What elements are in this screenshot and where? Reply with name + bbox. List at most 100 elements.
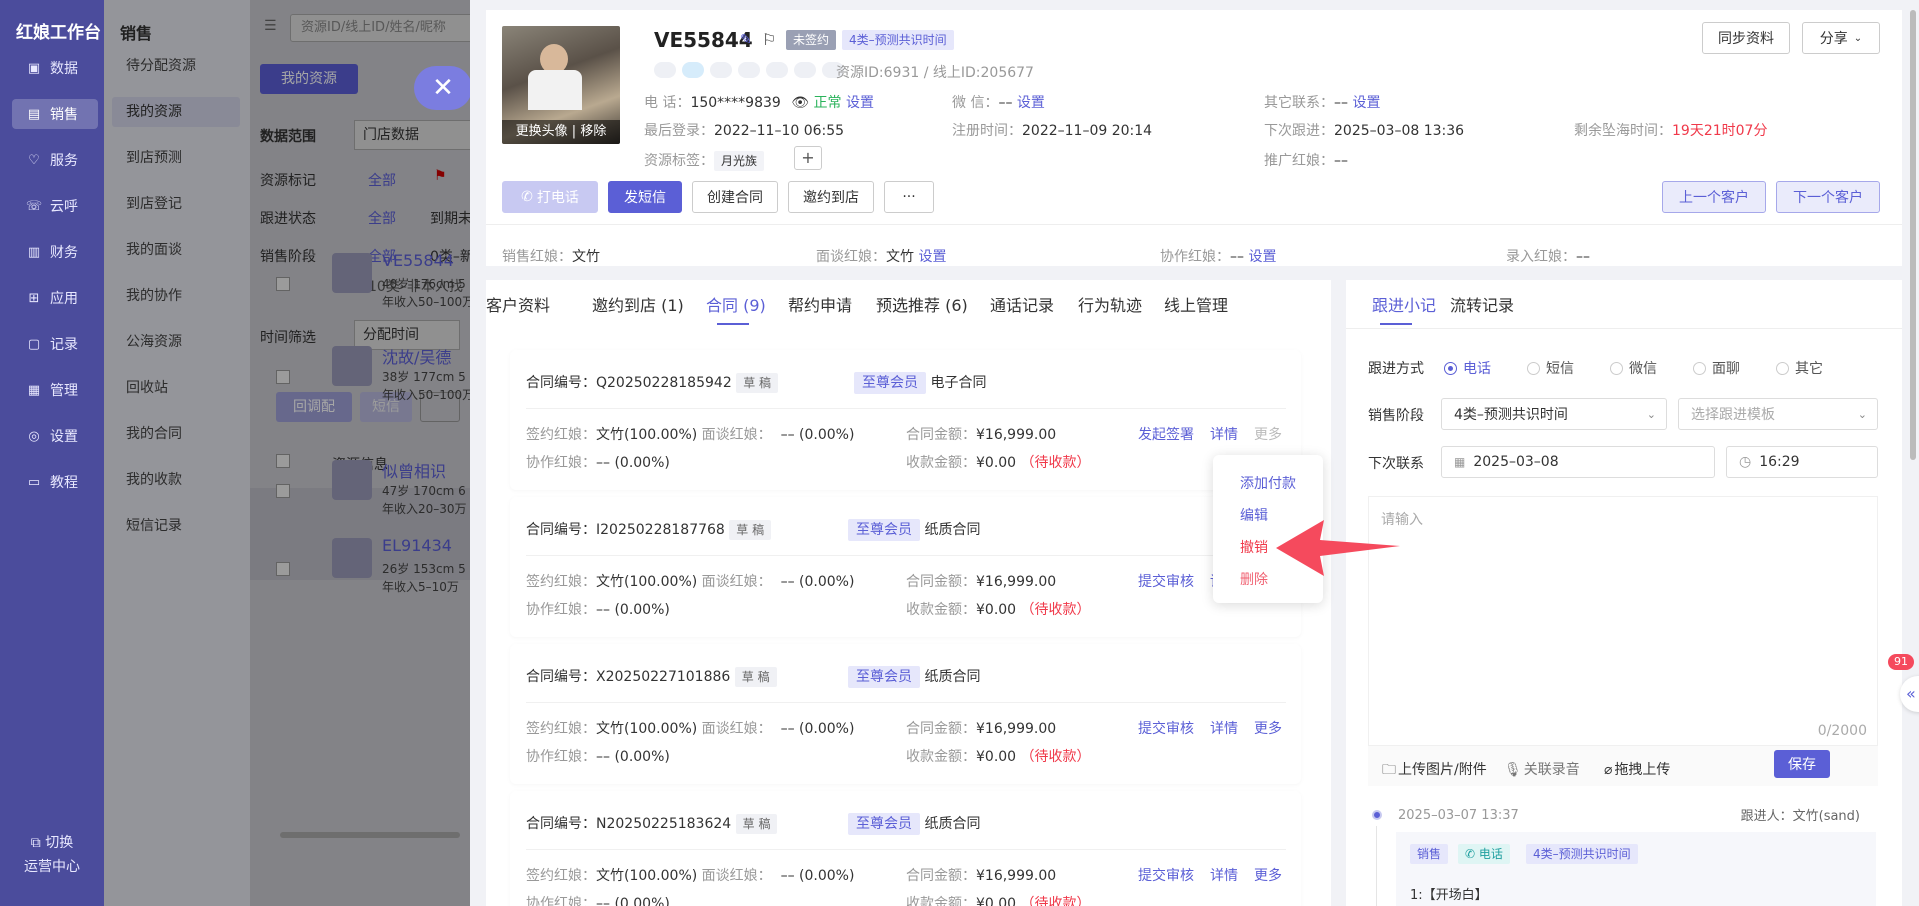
tab-6[interactable]: 行为轨迹 bbox=[1078, 292, 1142, 316]
draft-tag: 草 稿 bbox=[734, 667, 777, 687]
nav-item-8[interactable]: ◎ 设置 bbox=[12, 421, 98, 451]
char-counter: 0/2000 bbox=[1817, 723, 1867, 739]
detail-link[interactable]: 详情 bbox=[1210, 424, 1238, 444]
collab-set-link[interactable]: 设置 bbox=[1248, 249, 1276, 265]
menu-edit[interactable]: 编辑 bbox=[1240, 505, 1268, 525]
sales-matchmaker: 销售红娘：文竹 bbox=[502, 249, 600, 265]
tab-3[interactable]: 帮约申请 bbox=[788, 292, 852, 316]
stage-select[interactable]: 4类–预测共识时间 ⌄ bbox=[1441, 398, 1667, 430]
tab-follow-notes[interactable]: 跟进小记 bbox=[1372, 292, 1436, 316]
stage-label: 销售阶段 bbox=[1368, 408, 1424, 424]
primary-action-link[interactable]: 提交审核 bbox=[1138, 571, 1194, 591]
scrollbar[interactable] bbox=[1910, 10, 1916, 460]
tab-2[interactable]: 合同 (9) bbox=[706, 292, 766, 316]
tab-transfer-records[interactable]: 流转记录 bbox=[1450, 292, 1514, 316]
apps-icon: ⊞ bbox=[28, 290, 40, 306]
house-icon bbox=[766, 62, 788, 78]
nav-item-2[interactable]: ♡ 服务 bbox=[12, 145, 98, 175]
flag-outline-icon[interactable]: ⚐ bbox=[762, 30, 776, 49]
phone-set-link[interactable]: 设置 bbox=[846, 95, 874, 111]
interview-set-link[interactable]: 设置 bbox=[918, 249, 946, 265]
education-icon bbox=[738, 62, 760, 78]
method-radio-1[interactable]: 短信 bbox=[1527, 358, 1574, 378]
send-sms-button[interactable]: 发短信 bbox=[608, 181, 682, 213]
template-select[interactable]: 选择跟进模板 ⌄ bbox=[1678, 398, 1878, 430]
ops-center-label[interactable]: 运营中心 bbox=[0, 856, 104, 876]
add-tag-button[interactable]: + bbox=[794, 146, 822, 170]
log-person: 跟进人：文竹(sand) bbox=[1740, 809, 1860, 824]
close-drawer-button[interactable]: ✕ bbox=[414, 66, 472, 110]
more-actions-button[interactable]: ··· bbox=[884, 181, 934, 213]
call-button[interactable]: ✆ 打电话 bbox=[502, 181, 598, 213]
resource-tag-row: 资源标签： 月光族 bbox=[644, 150, 765, 171]
more-link[interactable]: 更多 bbox=[1254, 424, 1282, 444]
save-button[interactable]: 保存 bbox=[1774, 750, 1830, 778]
nav-item-0[interactable]: ▣ 数据 bbox=[12, 53, 98, 83]
date-input[interactable]: ▦ 2025–03–08 bbox=[1441, 446, 1715, 478]
avatar-caption[interactable]: 更换头像 | 移除 bbox=[502, 120, 620, 144]
primary-action-link[interactable]: 发起签署 bbox=[1138, 424, 1194, 444]
contract-type: 纸质合同 bbox=[924, 522, 981, 538]
nav-item-6[interactable]: ▢ 记录 bbox=[12, 329, 98, 359]
switch-button[interactable]: ⧉ 切换 bbox=[0, 832, 104, 852]
eye-icon[interactable]: 👁 bbox=[791, 95, 809, 111]
method-radio-2[interactable]: 微信 bbox=[1610, 358, 1657, 378]
next-customer-button[interactable]: 下一个客户 bbox=[1776, 181, 1880, 213]
sync-button[interactable]: 同步资料 bbox=[1702, 22, 1790, 54]
follow-textarea[interactable]: 请输入 0/2000 bbox=[1368, 496, 1878, 746]
detail-link[interactable]: 详情 bbox=[1210, 718, 1238, 738]
pending-status: 待收款 bbox=[1034, 896, 1077, 906]
method-radio-0[interactable]: 电话 bbox=[1444, 358, 1491, 378]
wechat-set-link[interactable]: 设置 bbox=[1017, 95, 1045, 111]
more-link[interactable]: 更多 bbox=[1254, 865, 1282, 885]
time-input[interactable]: ◷ 16:29 bbox=[1726, 446, 1878, 478]
menu-revoke[interactable]: 撤销 bbox=[1240, 537, 1268, 557]
create-contract-button[interactable]: 创建合同 bbox=[692, 181, 778, 213]
nav-item-1[interactable]: ▤ 销售 bbox=[12, 99, 98, 129]
chevron-down-icon: ⌄ bbox=[1857, 407, 1867, 421]
prev-customer-button[interactable]: 上一个客户 bbox=[1662, 181, 1766, 213]
received-amount: ¥0.00 bbox=[976, 896, 1017, 906]
nav-item-3[interactable]: ☏ 云呼 bbox=[12, 191, 98, 221]
other-set-link[interactable]: 设置 bbox=[1352, 95, 1380, 111]
tab-7[interactable]: 线上管理 bbox=[1164, 292, 1228, 316]
member-tag: 至尊会员 bbox=[854, 372, 926, 394]
share-button[interactable]: 分享 ⌄ bbox=[1802, 22, 1880, 54]
primary-action-link[interactable]: 提交审核 bbox=[1138, 865, 1194, 885]
link-recording-button[interactable]: 🎙 关联录音 bbox=[1504, 759, 1580, 779]
expand-panel-button[interactable]: « bbox=[1900, 676, 1919, 712]
tab-5[interactable]: 通话记录 bbox=[990, 292, 1054, 316]
menu-add-payment[interactable]: 添加付款 bbox=[1240, 473, 1296, 493]
edit-name-icon[interactable]: ✎ bbox=[740, 32, 752, 48]
menu-delete[interactable]: 删除 bbox=[1240, 569, 1268, 589]
nav-item-5[interactable]: ⊞ 应用 bbox=[12, 283, 98, 313]
primary-action-link[interactable]: 提交审核 bbox=[1138, 718, 1194, 738]
profile-card: 更换头像 | 移除 VE55844 ✎ ⚐ 未签约 4类–预测共识时间 资源ID… bbox=[486, 10, 1902, 266]
tab-4[interactable]: 预选推荐 (6) bbox=[876, 292, 968, 316]
upload-attachment-button[interactable]: 🗀 上传图片/附件 bbox=[1382, 759, 1487, 783]
nav-item-7[interactable]: ▦ 管理 bbox=[12, 375, 98, 405]
method-radio-3[interactable]: 面聊 bbox=[1693, 358, 1740, 378]
detail-link[interactable]: 详情 bbox=[1210, 865, 1238, 885]
invite-store-button[interactable]: 邀约到店 bbox=[788, 181, 874, 213]
interview-matchmaker: –– (0.00%) bbox=[780, 721, 855, 737]
clock-icon: ◷ bbox=[1739, 454, 1752, 470]
radio-circle bbox=[1527, 361, 1540, 375]
divider bbox=[526, 555, 1286, 556]
nav-item-9[interactable]: ▭ 教程 bbox=[12, 467, 98, 497]
log-tag-sales: 销售 bbox=[1410, 844, 1449, 864]
log-line: 1:【开场白】 bbox=[1410, 888, 1488, 903]
drag-upload-button[interactable]: ⌀ 拖拽上传 bbox=[1604, 759, 1670, 779]
tab-0[interactable]: 客户资料 bbox=[486, 292, 550, 316]
more-link[interactable]: 更多 bbox=[1254, 718, 1282, 738]
chevron-down-icon: ⌄ bbox=[1853, 32, 1863, 44]
avatar-shirt bbox=[528, 70, 582, 110]
method-radio-4[interactable]: 其它 bbox=[1776, 358, 1823, 378]
nav-item-4[interactable]: ▥ 财务 bbox=[12, 237, 98, 267]
follow-tab-indicator bbox=[1380, 323, 1412, 325]
tab-1[interactable]: 邀约到店 (1) bbox=[592, 292, 684, 316]
car-icon bbox=[794, 62, 816, 78]
collab-matchmaker: –– (0.00%) bbox=[596, 455, 670, 471]
log-tag-stage: 4类–预测共识时间 bbox=[1526, 844, 1638, 864]
contract-no: I20250228187768 bbox=[596, 522, 725, 538]
